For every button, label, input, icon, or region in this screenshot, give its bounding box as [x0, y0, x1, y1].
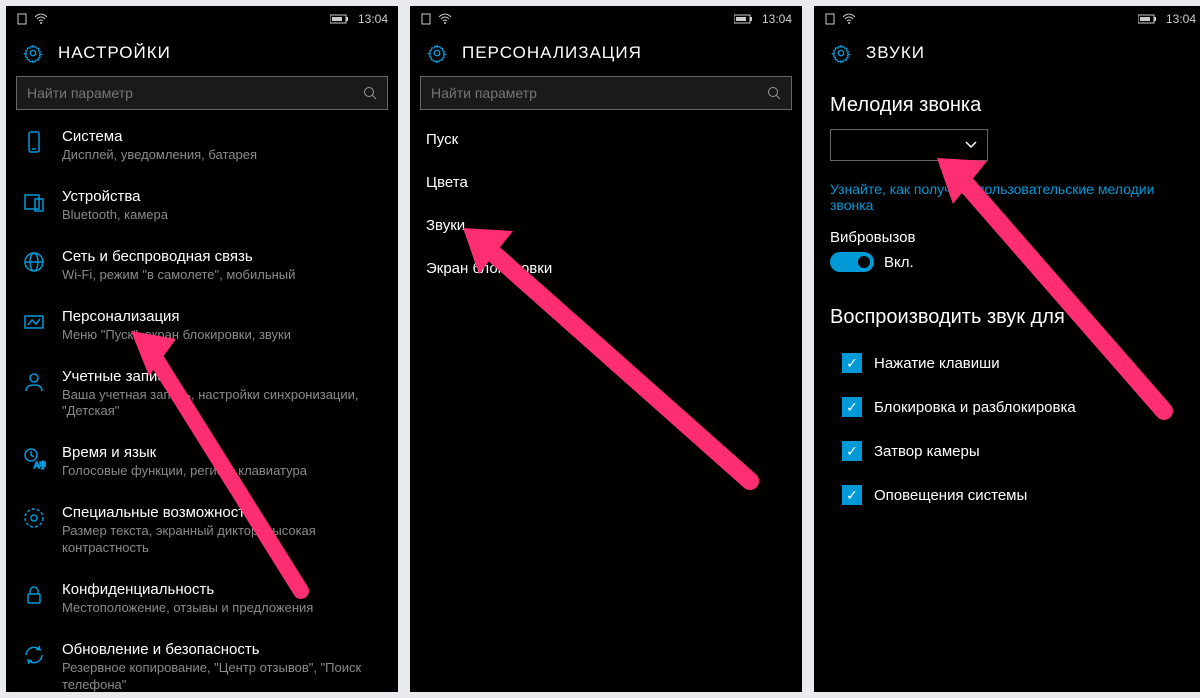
- wifi-icon: [34, 13, 48, 25]
- header: ПЕРСОНАЛИЗАЦИЯ: [410, 32, 802, 76]
- wifi-icon: [842, 13, 856, 25]
- page-title: ЗВУКИ: [866, 43, 925, 63]
- status-time: 13:04: [762, 12, 792, 26]
- status-bar: 13:04: [814, 6, 1200, 32]
- vibro-toggle[interactable]: [830, 252, 874, 272]
- chevron-down-icon: [965, 141, 977, 149]
- settings-item-accounts[interactable]: Учетные записиВаша учетная запись, настр…: [6, 358, 398, 435]
- accessibility-icon: [22, 506, 48, 530]
- gear-icon: [426, 42, 448, 64]
- search-box[interactable]: [16, 76, 388, 110]
- battery-icon: [734, 14, 754, 24]
- checkbox-icon: ✓: [842, 397, 862, 417]
- status-bar: 13:04: [6, 6, 398, 32]
- battery-icon: [330, 14, 350, 24]
- page-title: ПЕРСОНАЛИЗАЦИЯ: [462, 43, 642, 63]
- globe-icon: [22, 250, 48, 274]
- search-input[interactable]: [27, 85, 363, 101]
- system-icon: [22, 130, 48, 154]
- battery-icon: [1138, 14, 1158, 24]
- checkbox-row-camera[interactable]: ✓ Затвор камеры: [814, 429, 1200, 473]
- settings-item-ease-of-access[interactable]: Специальные возможностиРазмер текста, эк…: [6, 494, 398, 571]
- sim-icon: [16, 13, 28, 25]
- devices-icon: [22, 190, 48, 214]
- vibro-label: Вибровызов: [814, 229, 1200, 252]
- personalization-icon: [22, 310, 48, 334]
- search-icon: [363, 86, 377, 100]
- gear-icon: [830, 42, 852, 64]
- search-icon: [767, 86, 781, 100]
- ringtone-help-link[interactable]: Узнайте, как получить пользовательские м…: [814, 175, 1200, 229]
- section-ringtone: Мелодия звонка: [814, 76, 1200, 129]
- settings-item-privacy[interactable]: КонфиденциальностьМестоположение, отзывы…: [6, 571, 398, 631]
- status-time: 13:04: [1166, 12, 1196, 26]
- checkbox-row-lock[interactable]: ✓ Блокировка и разблокировка: [814, 385, 1200, 429]
- section-play-sound: Воспроизводить звук для: [814, 288, 1200, 341]
- page-title: НАСТРОЙКИ: [58, 43, 171, 63]
- sim-icon: [420, 13, 432, 25]
- user-icon: [22, 370, 48, 394]
- checkbox-icon: ✓: [842, 353, 862, 373]
- update-icon: [22, 643, 48, 667]
- time-language-icon: A字: [22, 446, 48, 470]
- gear-icon: [22, 42, 44, 64]
- settings-item-update-security[interactable]: Обновление и безопасностьРезервное копир…: [6, 631, 398, 692]
- vibro-toggle-state: Вкл.: [884, 254, 914, 271]
- svg-text:A字: A字: [34, 460, 46, 470]
- list-item-colors[interactable]: Цвета: [410, 161, 802, 204]
- checkbox-row-system[interactable]: ✓ Оповещения системы: [814, 473, 1200, 517]
- ringtone-dropdown[interactable]: [830, 129, 988, 161]
- screen-settings: 13:04 НАСТРОЙКИ СистемаДисплей, уведомле…: [6, 6, 398, 692]
- checkbox-icon: ✓: [842, 485, 862, 505]
- wifi-icon: [438, 13, 452, 25]
- search-box[interactable]: [420, 76, 792, 110]
- settings-item-network[interactable]: Сеть и беспроводная связьWi-Fi, режим "в…: [6, 238, 398, 298]
- settings-item-system[interactable]: СистемаДисплей, уведомления, батарея: [6, 118, 398, 178]
- checkbox-icon: ✓: [842, 441, 862, 461]
- header: ЗВУКИ: [814, 32, 1200, 76]
- list-item-lockscreen[interactable]: Экран блокировки: [410, 247, 802, 290]
- vibro-toggle-row: Вкл.: [814, 252, 1200, 288]
- lock-icon: [22, 583, 48, 607]
- list-item-sounds[interactable]: Звуки: [410, 204, 802, 247]
- settings-item-time-language[interactable]: A字 Время и языкГолосовые функции, регион…: [6, 434, 398, 494]
- header: НАСТРОЙКИ: [6, 32, 398, 76]
- screen-personalization: 13:04 ПЕРСОНАЛИЗАЦИЯ Пуск Цвета Звуки Эк…: [410, 6, 802, 692]
- checkbox-row-keypress[interactable]: ✓ Нажатие клавиши: [814, 341, 1200, 385]
- search-input[interactable]: [431, 85, 767, 101]
- settings-item-personalization[interactable]: ПерсонализацияМеню "Пуск", экран блокиро…: [6, 298, 398, 358]
- status-bar: 13:04: [410, 6, 802, 32]
- settings-item-devices[interactable]: УстройстваBluetooth, камера: [6, 178, 398, 238]
- list-item-start[interactable]: Пуск: [410, 118, 802, 161]
- screen-sounds: 13:04 ЗВУКИ Мелодия звонка Узнайте, как …: [814, 6, 1200, 692]
- sim-icon: [824, 13, 836, 25]
- status-time: 13:04: [358, 12, 388, 26]
